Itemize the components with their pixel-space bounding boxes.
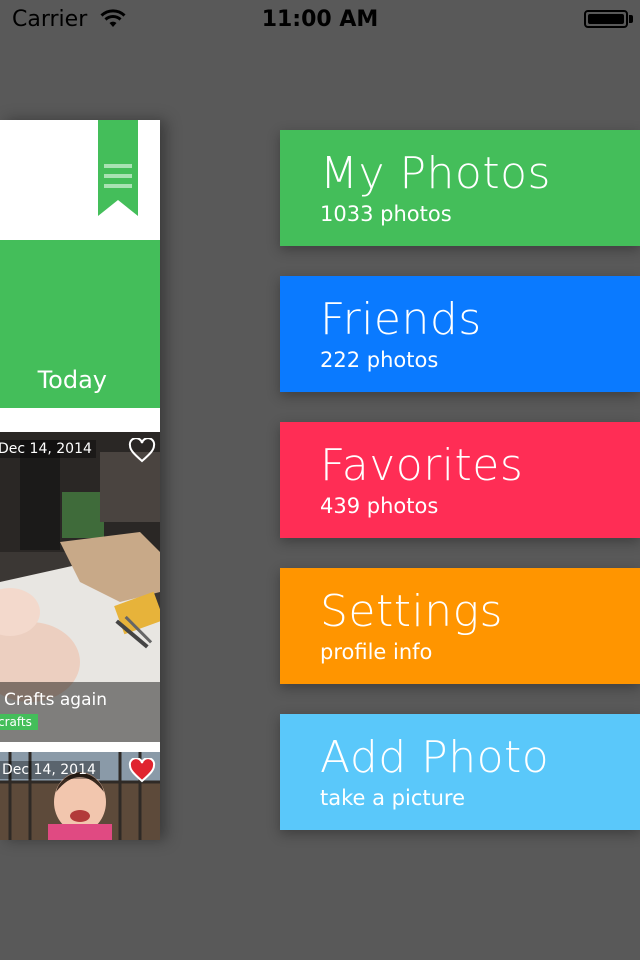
menu-item-settings[interactable]: Settings profile info	[280, 568, 640, 684]
menu-item-title: Add Photo	[320, 732, 550, 783]
banner-label: Today	[37, 366, 107, 394]
panel-header	[0, 120, 160, 240]
divider	[0, 408, 160, 432]
main-panel[interactable]: Today Dec 14, 2014 Crafts again crafts D…	[0, 120, 160, 840]
menu-item-add-photo[interactable]: Add Photo take a picture	[280, 714, 640, 830]
menu-item-subtitle: 439 photos	[320, 494, 439, 518]
status-time: 11:00 AM	[261, 7, 379, 32]
menu-item-title: Favorites	[320, 440, 524, 491]
battery-tip	[629, 15, 633, 23]
menu-item-my-photos[interactable]: My Photos 1033 photos	[280, 130, 640, 246]
menu-bookmark-icon[interactable]	[98, 120, 138, 216]
menu-item-title: Settings	[320, 586, 503, 637]
menu-item-title: My Photos	[320, 148, 551, 199]
photo-date: Dec 14, 2014	[0, 440, 96, 458]
menu-item-friends[interactable]: Friends 222 photos	[280, 276, 640, 392]
status-bar: Carrier 11:00 AM	[0, 0, 640, 40]
photo-card[interactable]: Dec 14, 2014 Crafts again crafts	[0, 432, 160, 742]
photo-caption: Crafts again	[4, 690, 108, 710]
photo-date: Dec 14, 2014	[0, 761, 100, 779]
heart-filled-icon[interactable]	[128, 758, 156, 784]
caption-bar: Crafts again crafts	[0, 682, 160, 742]
heart-outline-icon[interactable]	[128, 438, 156, 464]
today-banner: Today	[0, 240, 160, 408]
menu-item-subtitle: 1033 photos	[320, 202, 452, 226]
menu-item-subtitle: 222 photos	[320, 348, 439, 372]
menu-item-subtitle: take a picture	[320, 786, 466, 810]
menu-item-title: Friends	[320, 294, 482, 345]
tag-chip[interactable]: crafts	[0, 714, 38, 730]
battery-icon	[584, 10, 628, 28]
menu-item-favorites[interactable]: Favorites 439 photos	[280, 422, 640, 538]
menu-item-subtitle: profile info	[320, 640, 433, 664]
photo-card[interactable]: Dec 14, 2014	[0, 752, 160, 840]
